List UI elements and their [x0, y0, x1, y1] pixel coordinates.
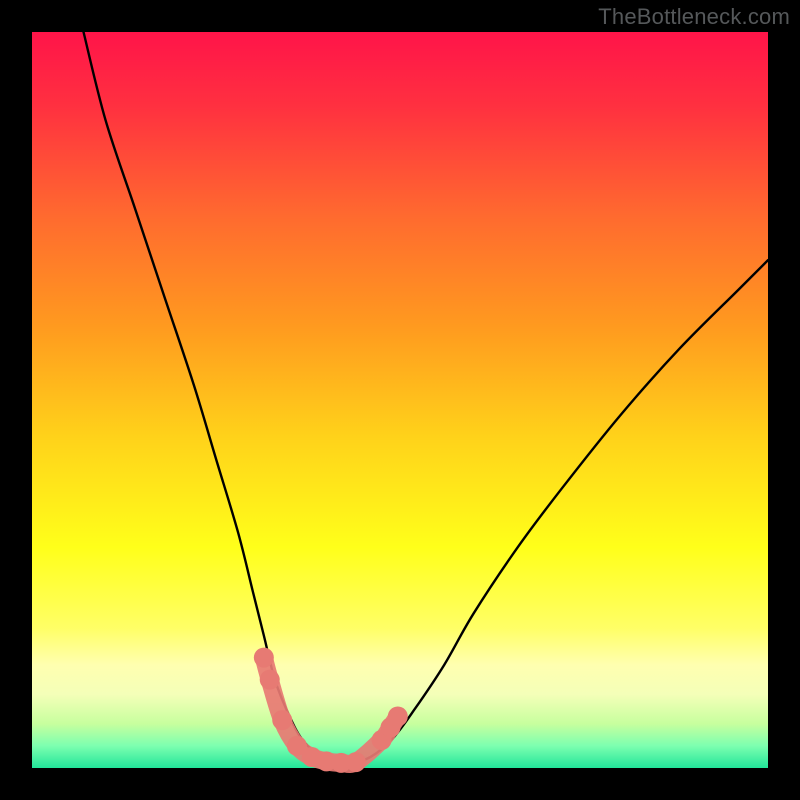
marker-point [254, 648, 274, 668]
marker-point [346, 752, 366, 772]
plot-area [32, 32, 768, 768]
chart-svg [32, 32, 768, 768]
watermark-text: TheBottleneck.com [598, 4, 790, 30]
outer-black-frame: TheBottleneck.com [0, 0, 800, 800]
marker-point [388, 706, 408, 726]
marker-point [260, 670, 280, 690]
marker-point [272, 710, 292, 730]
background-gradient [32, 32, 768, 768]
